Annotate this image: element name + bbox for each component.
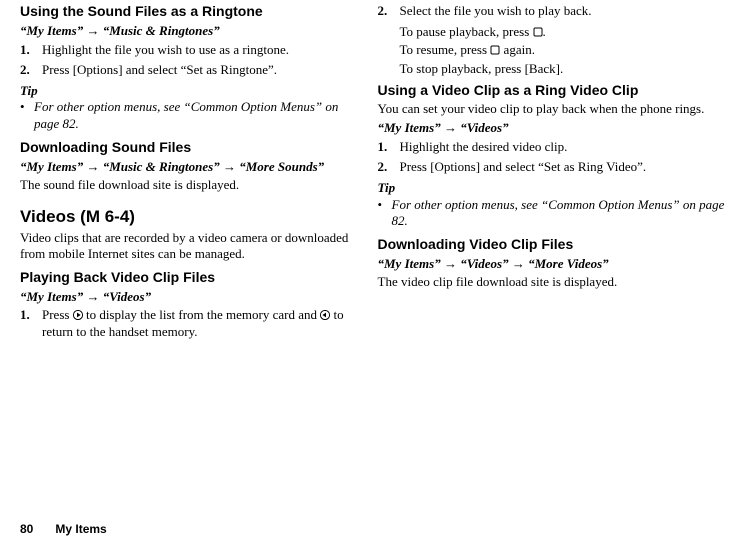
- stop-text: To stop playback, press [Back].: [400, 61, 742, 78]
- step-number: 2.: [378, 3, 400, 20]
- videos-intro: Video clips that are recorded by a video…: [20, 230, 364, 263]
- ring-video-intro: You can set your video clip to play back…: [378, 101, 742, 118]
- heading-download-sound: Downloading Sound Files: [20, 139, 364, 157]
- center-key-icon: [490, 45, 500, 55]
- heading-download-video: Downloading Video Clip Files: [378, 236, 742, 254]
- list-item: 1. Highlight the desired video clip.: [378, 139, 742, 156]
- list-item: 2. Press [Options] and select “Set as Ri…: [378, 159, 742, 176]
- step-text: Press [Options] and select “Set as Ring …: [400, 159, 647, 176]
- tip-label: Tip: [378, 180, 742, 197]
- page: Using the Sound Files as a Ringtone “My …: [0, 0, 755, 551]
- arrow-icon: →: [512, 256, 525, 271]
- path-item: “My Items”: [20, 159, 83, 174]
- section-title: My Items: [55, 522, 106, 536]
- steps-list: 1. Highlight the file you wish to use as…: [20, 42, 364, 79]
- right-column: 2. Select the file you wish to play back…: [378, 3, 755, 345]
- step-text: Highlight the desired video clip.: [400, 139, 568, 156]
- download-video-text: The video clip file download site is dis…: [378, 274, 742, 291]
- tip-text: For other option menus, see “Common Opti…: [34, 99, 364, 132]
- step-number: 1.: [20, 42, 42, 59]
- text: to display the list from the memory card…: [83, 307, 321, 322]
- tip-text: For other option menus, see “Common Opti…: [392, 197, 742, 230]
- path-item: “More Videos”: [528, 256, 609, 271]
- path-item: “My Items”: [20, 289, 83, 304]
- steps-list: 1. Press to display the list from the me…: [20, 307, 364, 340]
- heading-videos: Videos (M 6-4): [20, 206, 364, 228]
- download-sound-text: The sound file download site is displaye…: [20, 177, 364, 194]
- path-item: “Music & Ringtones”: [103, 23, 220, 38]
- breadcrumb-more-videos: “My Items” → “Videos” → “More Videos”: [378, 256, 742, 273]
- page-number: 80: [20, 522, 33, 536]
- arrow-icon: →: [86, 23, 99, 38]
- arrow-icon: →: [444, 120, 457, 135]
- tip-row: • For other option menus, see “Common Op…: [378, 197, 742, 230]
- text: To resume, press: [400, 42, 491, 57]
- step-number: 1.: [378, 139, 400, 156]
- breadcrumb-music-ringtones: “My Items” → “Music & Ringtones”: [20, 23, 364, 40]
- breadcrumb-videos: “My Items” → “Videos”: [20, 289, 364, 306]
- step-number: 2.: [20, 62, 42, 79]
- list-item: 2. Press [Options] and select “Set as Ri…: [20, 62, 364, 79]
- right-key-icon: [73, 310, 83, 320]
- breadcrumb-more-sounds: “My Items” → “Music & Ringtones” → “More…: [20, 159, 364, 176]
- step-number: 2.: [378, 159, 400, 176]
- heading-play-video: Playing Back Video Clip Files: [20, 269, 364, 287]
- step-text: Press to display the list from the memor…: [42, 307, 364, 340]
- page-footer: 80 My Items: [20, 522, 107, 537]
- path-item: “Videos”: [460, 256, 508, 271]
- steps-list: 1. Highlight the desired video clip. 2. …: [378, 139, 742, 176]
- path-item: “More Sounds”: [239, 159, 324, 174]
- arrow-icon: →: [86, 289, 99, 304]
- breadcrumb-videos: “My Items” → “Videos”: [378, 120, 742, 137]
- tip-row: • For other option menus, see “Common Op…: [20, 99, 364, 132]
- step-text: Select the file you wish to play back.: [400, 3, 592, 20]
- heading-use-sound-ringtone: Using the Sound Files as a Ringtone: [20, 3, 364, 21]
- step-number: 1.: [20, 307, 42, 340]
- list-item: 1. Press to display the list from the me…: [20, 307, 364, 340]
- resume-text: To resume, press again.: [400, 42, 742, 59]
- text: .: [543, 24, 546, 39]
- path-item: “Videos”: [460, 120, 508, 135]
- step-text: Press [Options] and select “Set as Ringt…: [42, 62, 277, 79]
- bullet-icon: •: [20, 99, 34, 132]
- list-item: 1. Highlight the file you wish to use as…: [20, 42, 364, 59]
- text: To pause playback, press: [400, 24, 533, 39]
- path-item: “My Items”: [378, 256, 441, 271]
- path-item: “My Items”: [20, 23, 83, 38]
- center-key-icon: [533, 27, 543, 37]
- path-item: “Music & Ringtones”: [103, 159, 220, 174]
- steps-list: 2. Select the file you wish to play back…: [378, 3, 742, 20]
- path-item: “Videos”: [103, 289, 151, 304]
- path-item: “My Items”: [378, 120, 441, 135]
- arrow-icon: →: [86, 159, 99, 174]
- left-column: Using the Sound Files as a Ringtone “My …: [0, 3, 378, 345]
- left-key-icon: [320, 310, 330, 320]
- text: again.: [500, 42, 535, 57]
- text: Press: [42, 307, 73, 322]
- tip-label: Tip: [20, 83, 364, 100]
- step-text: Highlight the file you wish to use as a …: [42, 42, 289, 59]
- bullet-icon: •: [378, 197, 392, 230]
- pause-text: To pause playback, press .: [400, 24, 742, 41]
- arrow-icon: →: [223, 159, 236, 174]
- sub-steps: To pause playback, press . To resume, pr…: [378, 24, 742, 78]
- heading-ring-video-clip: Using a Video Clip as a Ring Video Clip: [378, 82, 742, 100]
- columns: Using the Sound Files as a Ringtone “My …: [0, 3, 755, 345]
- arrow-icon: →: [444, 256, 457, 271]
- list-item: 2. Select the file you wish to play back…: [378, 3, 742, 20]
